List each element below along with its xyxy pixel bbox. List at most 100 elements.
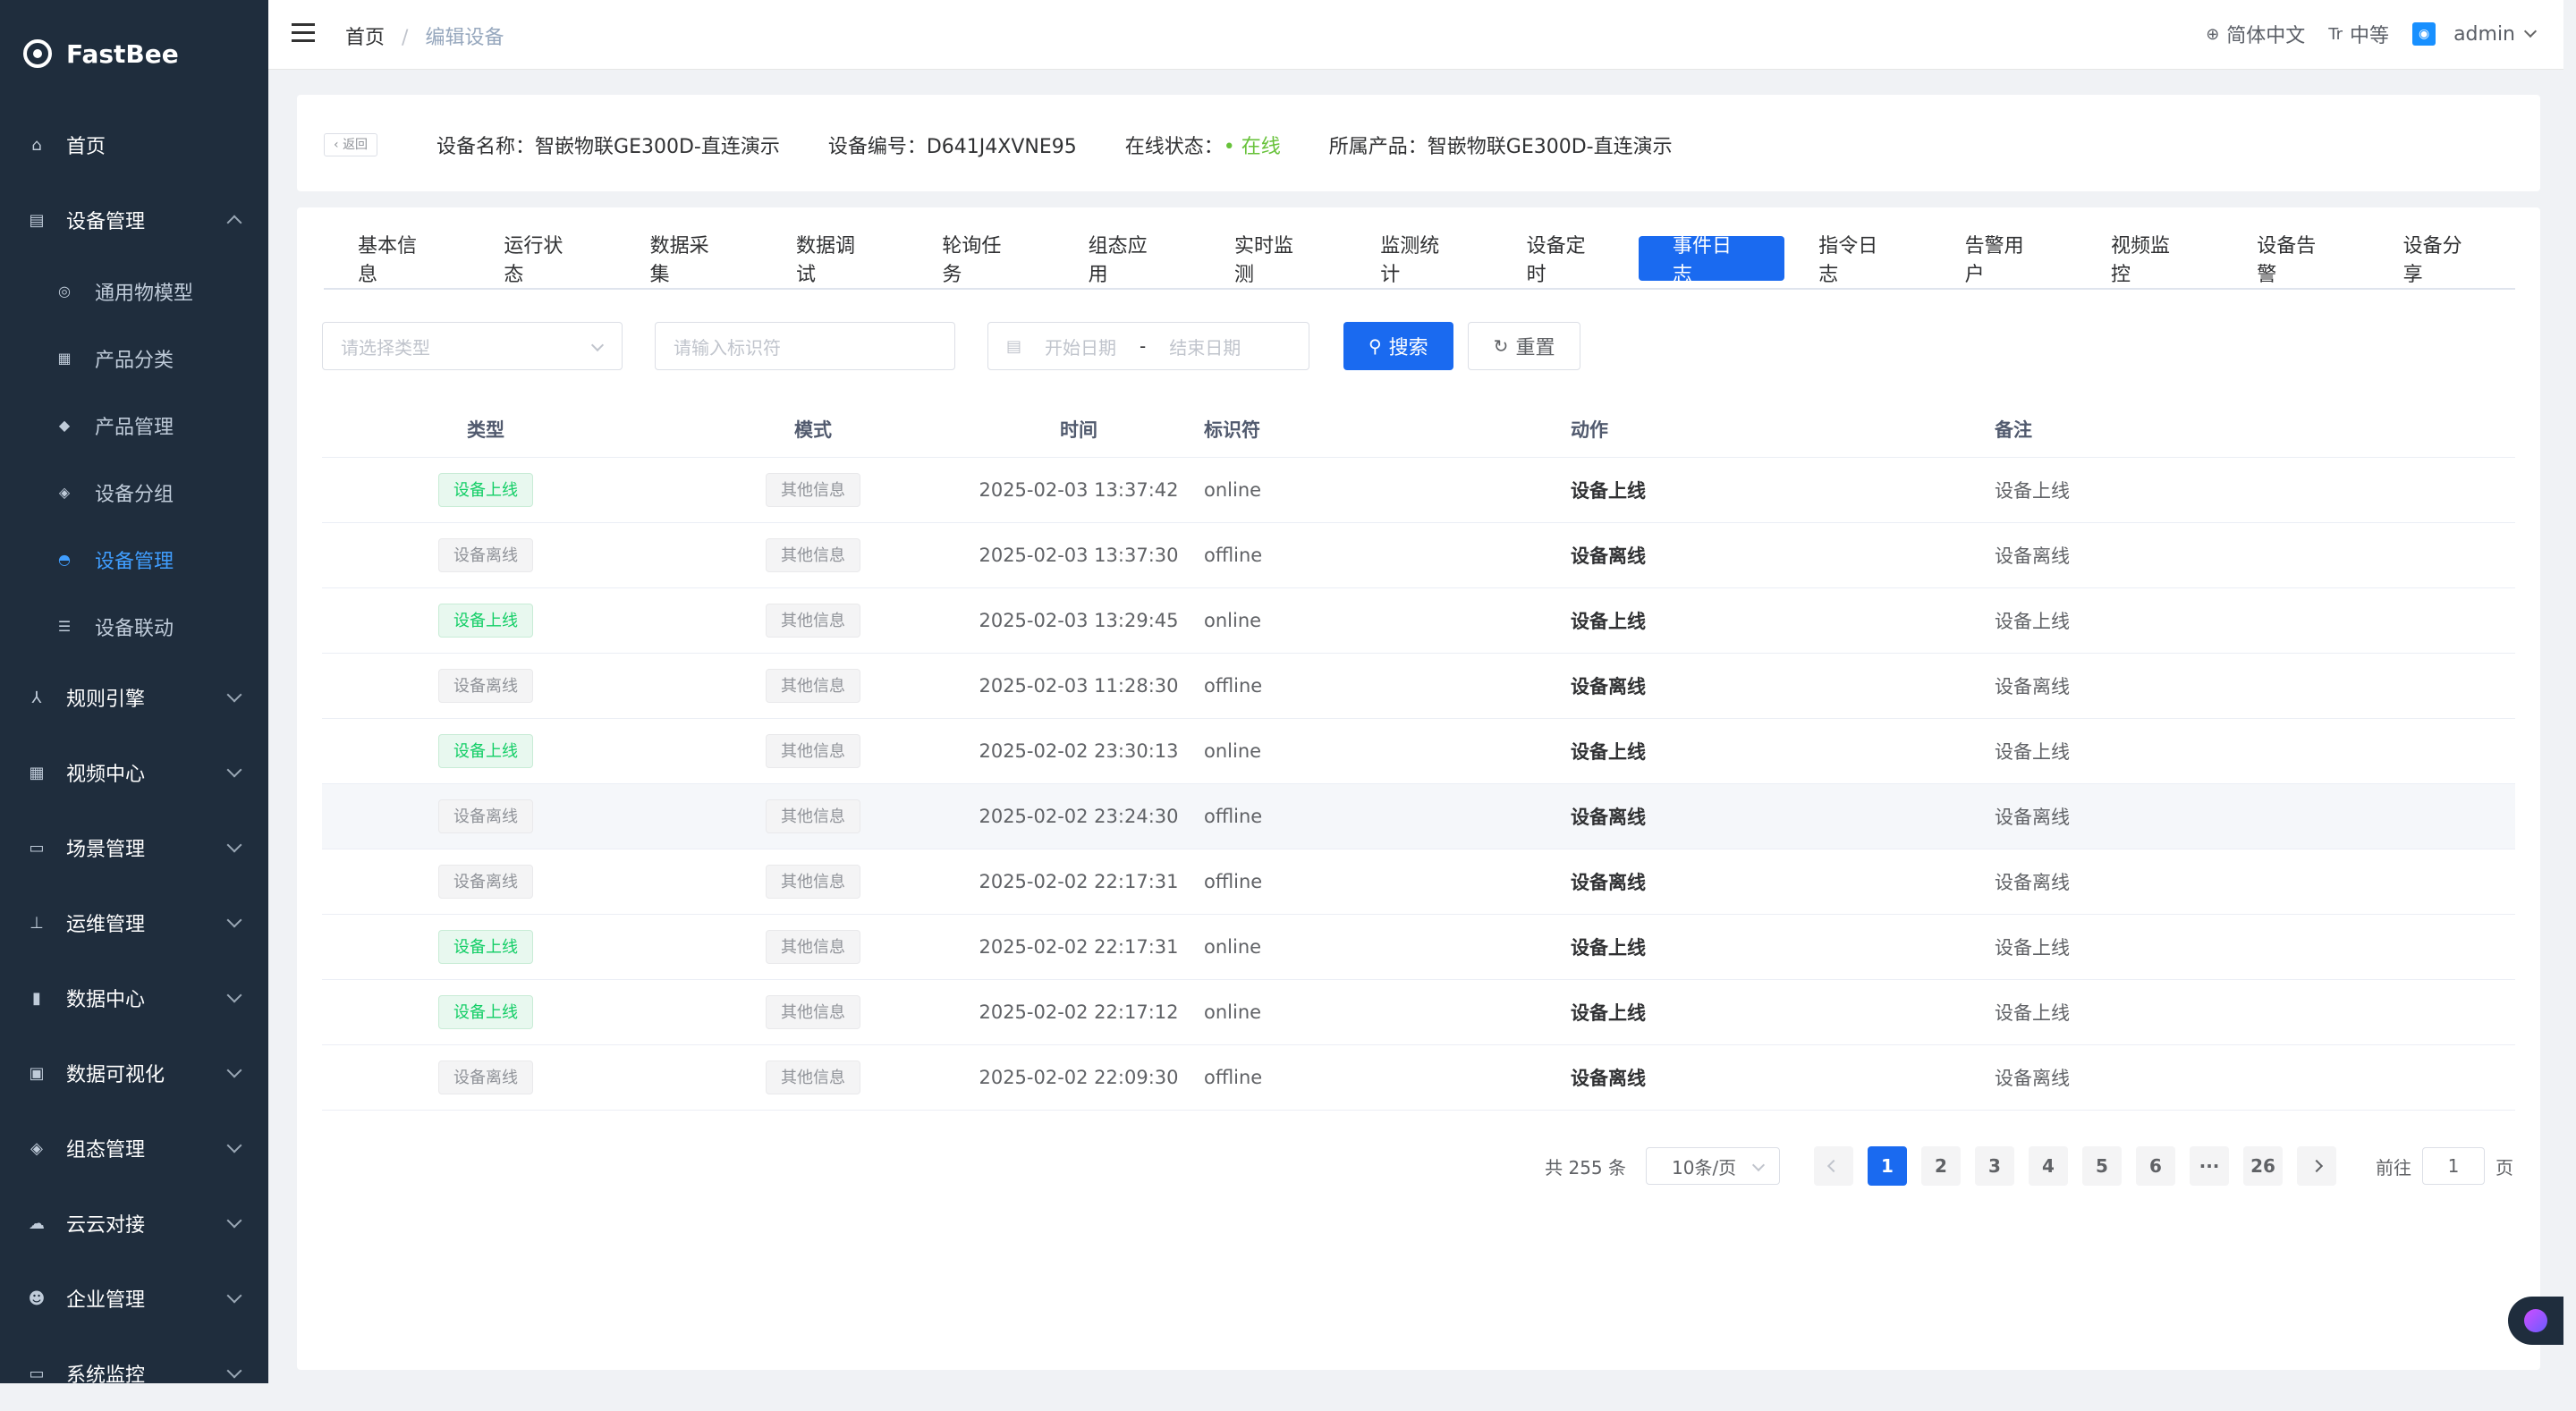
sidebar-item-label: 产品管理 <box>95 416 174 439</box>
table-row[interactable]: 设备上线 其他信息 2025-02-02 22:17:31 online 设备上线 设备上… <box>322 915 2515 980</box>
sidebar-item-rule-engine[interactable]: ⅄ 规则引擎 <box>0 660 268 735</box>
page-number-button[interactable]: 3 <box>1975 1146 2014 1186</box>
cell-remark: 设备离线 <box>1995 872 2070 893</box>
ai-assistant-button[interactable] <box>2508 1297 2563 1345</box>
tab-running-status[interactable]: 运行状态 <box>470 235 615 286</box>
page-number-button[interactable]: 5 <box>2082 1146 2122 1186</box>
logo[interactable]: FastBee <box>0 0 268 107</box>
pagination: 共 255 条 10条/页 1 2 3 4 5 6 ··· 26 前往 1 页 <box>1545 1146 2513 1186</box>
tab-device-alert[interactable]: 设备告警 <box>2223 235 2368 286</box>
start-date-input[interactable]: 开始日期 <box>1045 334 1116 359</box>
cell-mode: 其他信息 <box>649 799 977 833</box>
table-row[interactable]: 设备上线 其他信息 2025-02-02 23:30:13 online 设备上线 设备上… <box>322 719 2515 784</box>
table-row[interactable]: 设备离线 其他信息 2025-02-02 23:24:30 offline 设备离线 设备… <box>322 784 2515 849</box>
date-range-picker[interactable]: ▤ 开始日期 - 结束日期 <box>987 322 1309 370</box>
sidebar-subitem-thing-model[interactable]: ◎ 通用物模型 <box>0 258 268 325</box>
sidebar-item-data-visualization[interactable]: ▣ 数据可视化 <box>0 1035 268 1111</box>
cell-identifier: offline <box>1204 675 1263 697</box>
sidebar-subitem-product-category[interactable]: ▦ 产品分类 <box>0 325 268 392</box>
sidebar-item-ops-management[interactable]: ⊥ 运维管理 <box>0 885 268 960</box>
tab-data-debug[interactable]: 数据调试 <box>762 235 908 286</box>
prev-page-button[interactable] <box>1814 1146 1853 1186</box>
sidebar-subitem-device-group[interactable]: ◈ 设备分组 <box>0 459 268 526</box>
goto-page-input[interactable]: 1 <box>2422 1147 2485 1185</box>
identifier-input[interactable]: 请输入标识符 <box>655 322 955 370</box>
page-size-select[interactable]: 10条/页 <box>1646 1147 1780 1185</box>
page-number-button[interactable]: 4 <box>2029 1146 2068 1186</box>
col-remark: 备注 <box>1995 418 2032 441</box>
sidebar-subitem-device-management[interactable]: ◓ 设备管理 <box>0 526 268 593</box>
sidebar-item-cloud-docking[interactable]: ☁ 云云对接 <box>0 1186 268 1261</box>
cell-identifier: online <box>1204 610 1262 631</box>
reset-button-label: 重置 <box>1515 337 1555 359</box>
table-row[interactable]: 设备离线 其他信息 2025-02-02 22:17:31 offline 设备离线 设备… <box>322 849 2515 915</box>
sidebar-item-enterprise-management[interactable]: ☻ 企业管理 <box>0 1261 268 1336</box>
sidebar-item-label: 企业管理 <box>66 1289 146 1312</box>
table-row[interactable]: 设备离线 其他信息 2025-02-03 11:28:30 offline 设备离线 设备… <box>322 654 2515 719</box>
sidebar-item-device-management[interactable]: ▤ 设备管理 <box>0 182 268 258</box>
page-ellipsis[interactable]: ··· <box>2190 1146 2229 1186</box>
tab-video-monitor[interactable]: 视频监控 <box>2077 235 2223 286</box>
cell-time: 2025-02-03 11:28:30 <box>979 675 1179 697</box>
table-row[interactable]: 设备上线 其他信息 2025-02-03 13:29:45 online 设备上线 设备上… <box>322 588 2515 654</box>
sidebar-item-label: 规则引擎 <box>66 689 146 711</box>
user-menu[interactable]: ◉ admin <box>2412 22 2538 46</box>
tab-monitor-stats[interactable]: 监测统计 <box>1346 235 1492 286</box>
table-row[interactable]: 设备上线 其他信息 2025-02-03 13:37:42 online 设备上线 设备上… <box>322 458 2515 523</box>
cell-time: 2025-02-03 13:29:45 <box>979 610 1179 631</box>
sidebar-item-label: 数据中心 <box>66 989 146 1011</box>
tab-event-log[interactable]: 事件日志 <box>1638 235 1785 286</box>
page-number-button[interactable]: 2 <box>1921 1146 1961 1186</box>
device-tabs: 基本信息 运行状态 数据采集 数据调试 轮询任务 组态应用 实时监测 监测统计 … <box>324 235 2515 290</box>
cell-type: 设备离线 <box>322 538 649 572</box>
tab-realtime-monitor[interactable]: 实时监测 <box>1200 235 1346 286</box>
back-label: 返回 <box>343 138 369 152</box>
back-button[interactable]: ‹ 返回 <box>324 133 378 156</box>
page-scrollbar[interactable] <box>2563 0 2576 1383</box>
mode-tag: 其他信息 <box>766 930 860 964</box>
sidebar-item-label: 首页 <box>66 136 106 158</box>
sidebar-item-home[interactable]: ⌂ 首页 <box>0 107 268 182</box>
type-select[interactable]: 请选择类型 <box>322 322 623 370</box>
page-number-button[interactable]: 26 <box>2243 1146 2283 1186</box>
end-date-input[interactable]: 结束日期 <box>1169 334 1241 359</box>
type-tag: 设备离线 <box>438 538 533 572</box>
page-number-button[interactable]: 6 <box>2136 1146 2175 1186</box>
sidebar-item-video-center[interactable]: ▦ 视频中心 <box>0 735 268 810</box>
sidebar-item-scada-management[interactable]: ◈ 组态管理 <box>0 1111 268 1186</box>
sidebar-item-label: 云云对接 <box>66 1214 146 1237</box>
tab-polling-task[interactable]: 轮询任务 <box>908 235 1054 286</box>
tab-data-collection[interactable]: 数据采集 <box>616 235 762 286</box>
sidebar-item-data-center[interactable]: ▮ 数据中心 <box>0 960 268 1035</box>
sidebar-subitem-product-management[interactable]: ◆ 产品管理 <box>0 392 268 459</box>
rule-icon: ⅄ <box>31 688 42 707</box>
breadcrumb-home[interactable]: 首页 <box>345 27 385 49</box>
hamburger-menu-icon[interactable] <box>292 23 315 43</box>
tab-basic-info[interactable]: 基本信息 <box>324 235 470 286</box>
table-row[interactable]: 设备离线 其他信息 2025-02-02 22:09:30 offline 设备离线 设备… <box>322 1045 2515 1111</box>
tab-alert-users[interactable]: 告警用户 <box>1931 235 2077 286</box>
tab-device-share[interactable]: 设备分享 <box>2369 235 2515 286</box>
device-name-value: 智嵌物联GE300D-直连演示 <box>535 136 780 158</box>
app-name: FastBee <box>66 38 179 69</box>
cell-mode: 其他信息 <box>649 995 977 1029</box>
chevron-down-icon <box>226 1288 242 1304</box>
reset-button[interactable]: ↻ 重置 <box>1467 322 1581 370</box>
type-tag: 设备离线 <box>438 799 533 833</box>
tab-command-log[interactable]: 指令日志 <box>1784 235 1930 286</box>
next-page-button[interactable] <box>2297 1146 2336 1186</box>
device-product-label: 所属产品： <box>1328 136 1428 158</box>
table-row[interactable]: 设备离线 其他信息 2025-02-03 13:37:30 offline 设备离线 设备… <box>322 523 2515 588</box>
sidebar-item-system-monitor[interactable]: ▭ 系统监控 <box>0 1336 268 1411</box>
visual-icon: ▣ <box>29 1063 45 1083</box>
tab-device-timer[interactable]: 设备定时 <box>1493 235 1639 286</box>
sidebar-subitem-device-linkage[interactable]: ☰ 设备联动 <box>0 593 268 660</box>
sidebar-item-scene-management[interactable]: ▭ 场景管理 <box>0 810 268 885</box>
search-button[interactable]: ⚲ 搜索 <box>1343 322 1453 370</box>
size-switcher[interactable]: Tr 中等 <box>2328 20 2389 48</box>
language-switcher[interactable]: ⊕ 简体中文 <box>2206 20 2305 48</box>
tab-scada-app[interactable]: 组态应用 <box>1055 235 1200 286</box>
type-tag: 设备离线 <box>438 669 533 703</box>
table-row[interactable]: 设备上线 其他信息 2025-02-02 22:17:12 online 设备上线 设备上… <box>322 980 2515 1045</box>
page-number-button[interactable]: 1 <box>1868 1146 1907 1186</box>
